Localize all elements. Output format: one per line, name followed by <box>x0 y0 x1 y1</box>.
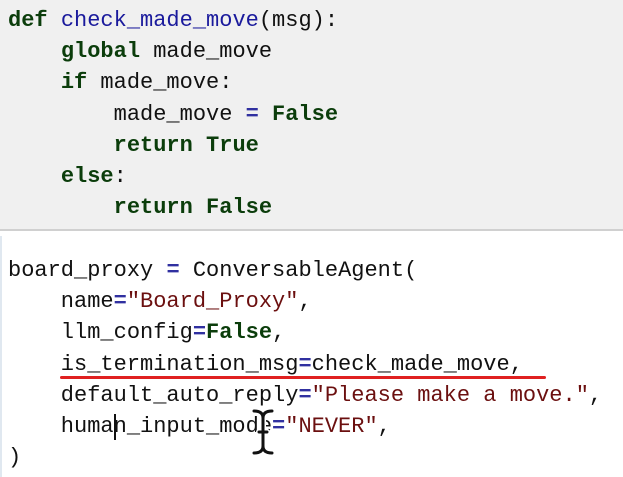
code-line: board_proxy = ConversableAgent( <box>8 255 602 286</box>
code-token-txt: , <box>588 382 603 408</box>
code-line: ) <box>8 442 602 473</box>
code-token-str: "Please make a move." <box>311 382 589 408</box>
code-token-kw: return <box>113 195 193 221</box>
code-line: if made_move: <box>8 67 338 98</box>
code-line: made_move = False <box>8 99 338 130</box>
code-token-kw: global <box>60 39 141 65</box>
code-token-op: = <box>245 101 259 127</box>
code-token-txt: ConversableAgent( <box>179 258 418 283</box>
code-editor[interactable]: board_proxy = ConversableAgent( name="Bo… <box>8 255 602 473</box>
code-line: def check_made_move(msg): <box>8 5 338 36</box>
code-token-kw: return <box>113 132 193 158</box>
code-line: default_auto_reply="Please make a move."… <box>8 380 602 411</box>
code-cell-agent[interactable]: board_proxy = ConversableAgent( name="Bo… <box>0 236 623 477</box>
code-token-op: = <box>166 258 180 283</box>
code-token-op: = <box>192 320 207 346</box>
code-token-txt: human_input_mode <box>8 414 273 440</box>
code-token-fn: check_made_move <box>60 8 259 33</box>
code-token-op: = <box>298 382 312 408</box>
code-token-txt: , <box>298 289 312 315</box>
code-token-txt: default_auto_reply <box>8 382 299 408</box>
code-token-txt: is_termination_msg <box>8 351 299 377</box>
code-token-kw: False <box>206 320 273 346</box>
red-underline-annotation <box>60 376 546 379</box>
code-editor[interactable]: def check_made_move(msg): global made_mo… <box>8 5 338 223</box>
code-cell-function[interactable]: def check_made_move(msg): global made_mo… <box>0 0 623 231</box>
code-token-txt: made_move: <box>87 70 233 96</box>
code-token-kw: True <box>206 132 259 158</box>
ibeam-cursor-icon <box>251 408 275 456</box>
code-token-str: "NEVER" <box>285 414 378 440</box>
code-token-txt: made_move <box>8 101 246 127</box>
code-token-kw: else <box>60 164 114 190</box>
code-token-op: = <box>298 351 312 377</box>
code-token-txt: made_move <box>140 39 273 65</box>
text-caret <box>114 414 116 440</box>
code-line: return False <box>8 192 338 223</box>
code-token-op: = <box>113 289 127 315</box>
code-line: name="Board_Proxy", <box>8 286 602 317</box>
code-token-kw: False <box>206 195 273 221</box>
code-token-txt: name <box>8 289 114 315</box>
code-token-txt: ) <box>8 445 22 471</box>
code-line: human_input_mode="NEVER", <box>8 411 602 442</box>
code-line: return True <box>8 130 338 161</box>
code-token-kw: if <box>60 70 88 96</box>
code-token-txt: check_made_move, <box>311 351 523 377</box>
code-token-str: "Board_Proxy" <box>126 289 299 315</box>
code-token-txt: , <box>377 414 391 440</box>
code-token-kw: def <box>8 8 48 33</box>
code-token-txt: llm_config <box>8 320 193 346</box>
code-line: llm_config=False, <box>8 317 602 348</box>
code-token-txt: : <box>113 164 127 190</box>
code-token-kw: False <box>272 101 339 127</box>
code-line: else: <box>8 161 338 192</box>
code-token-txt: board_proxy <box>8 258 167 283</box>
code-token-txt: (msg): <box>258 8 339 33</box>
code-token-txt: , <box>272 320 286 346</box>
code-line: global made_move <box>8 36 338 67</box>
